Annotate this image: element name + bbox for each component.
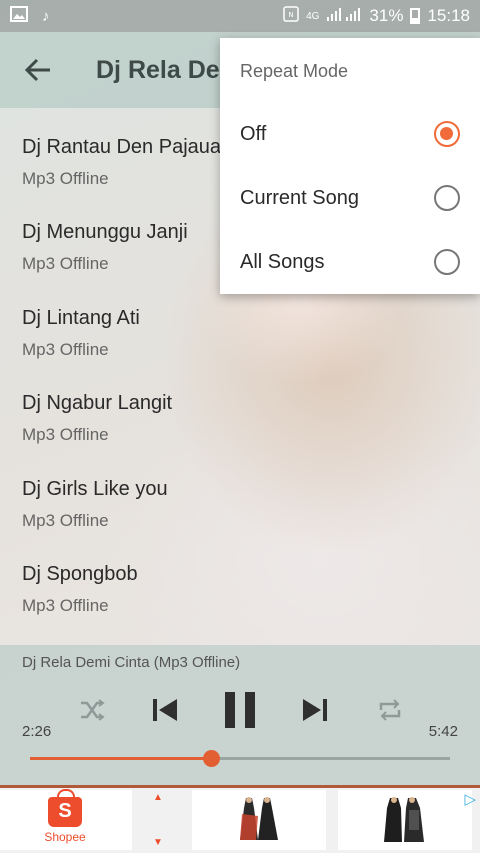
radio-button[interactable]	[434, 121, 460, 147]
now-playing-label: Dj Rela Demi Cinta (Mp3 Offline)	[22, 654, 241, 671]
ad-product-card[interactable]	[192, 790, 326, 850]
nfc-icon: N	[283, 6, 299, 26]
player-controls	[0, 685, 480, 735]
shuffle-icon	[81, 699, 105, 721]
repeat-option-all-songs[interactable]: All Songs	[220, 230, 480, 294]
current-time: 2:26	[22, 723, 52, 740]
repeat-option-current-song[interactable]: Current Song	[220, 166, 480, 230]
total-time: 5:42	[428, 723, 458, 740]
ad-product-card[interactable]	[338, 790, 472, 850]
option-label: Current Song	[240, 186, 359, 209]
seek-bar-fill	[30, 757, 211, 760]
repeat-icon	[379, 699, 401, 721]
ad-banner[interactable]: S Shopee ▲ ▼ ▷	[0, 788, 480, 853]
menu-title: Repeat Mode	[240, 61, 349, 81]
repeat-button[interactable]	[370, 685, 410, 735]
seek-bar[interactable]	[30, 750, 450, 767]
song-subtitle: Mp3 Offline	[22, 339, 109, 359]
product-image	[384, 797, 424, 842]
skip-previous-icon	[153, 699, 177, 721]
previous-button[interactable]	[145, 685, 185, 735]
clock: 15:18	[427, 6, 470, 25]
arrow-up-icon[interactable]: ▲	[153, 792, 163, 803]
status-bar: ♪ N 4G 31% 15:18	[0, 0, 480, 32]
pause-icon	[225, 692, 255, 728]
song-title: Dj Lintang Ati	[22, 306, 140, 329]
seek-bar-thumb[interactable]	[202, 750, 220, 767]
pause-button[interactable]	[218, 685, 262, 735]
song-title: Dj Ngabur Langit	[22, 392, 173, 415]
arrow-left-icon	[25, 58, 50, 82]
list-item[interactable]: Dj Spongbob Mp3 Offline	[0, 535, 480, 620]
song-subtitle: Mp3 Offline	[22, 510, 109, 530]
shopee-brand-label: Shopee	[44, 829, 86, 844]
battery-percent: 31%	[369, 6, 404, 25]
ad-choices-icon[interactable]: ▷	[464, 790, 476, 808]
song-subtitle: Mp3 Offline	[22, 425, 109, 445]
option-label: All Songs	[240, 250, 325, 273]
arrow-down-icon[interactable]: ▼	[153, 837, 163, 848]
next-button[interactable]	[295, 685, 335, 735]
song-title: Dj Spongbob	[22, 562, 138, 585]
song-title: Dj Girls Like you	[22, 477, 168, 500]
radio-button[interactable]	[434, 249, 460, 275]
player-panel: Dj Rela Demi Cinta (Mp3 Offline) 2:26 5:…	[0, 645, 480, 785]
shopee-logo: S Shopee	[0, 788, 130, 850]
signal-icon	[326, 6, 362, 26]
repeat-option-off[interactable]: Off	[220, 102, 480, 166]
shuffle-button[interactable]	[72, 685, 112, 735]
ad-logo-card[interactable]: S Shopee	[0, 788, 132, 850]
music-note-icon: ♪	[42, 7, 50, 25]
radio-button[interactable]	[434, 185, 460, 211]
shopee-bag-icon: S	[48, 788, 82, 827]
product-image	[240, 797, 278, 840]
image-icon	[10, 6, 28, 26]
network-type: 4G	[306, 10, 320, 22]
skip-next-icon	[303, 699, 327, 721]
song-subtitle: Mp3 Offline	[22, 595, 109, 615]
back-button[interactable]	[0, 32, 76, 108]
ad-carousel-arrows[interactable]: ▲ ▼	[148, 792, 168, 848]
list-item[interactable]: Dj Ngabur Langit Mp3 Offline	[0, 364, 480, 449]
repeat-mode-menu: Repeat Mode Off Current Song All Songs	[220, 38, 480, 294]
shopee-letter: S	[58, 800, 72, 822]
svg-text:N: N	[288, 11, 293, 19]
option-label: Off	[240, 122, 267, 145]
list-item[interactable]: Dj Girls Like you Mp3 Offline	[0, 450, 480, 535]
battery-icon	[410, 8, 421, 24]
